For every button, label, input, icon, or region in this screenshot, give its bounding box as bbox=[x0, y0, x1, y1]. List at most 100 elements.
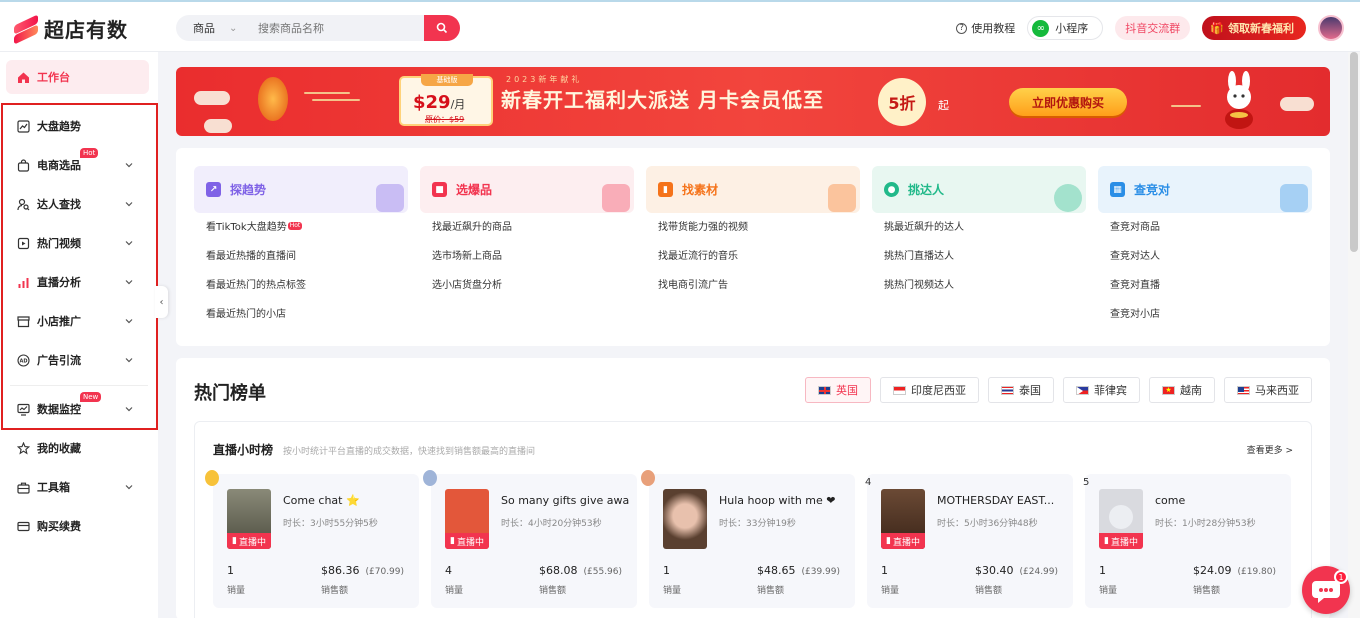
rabbit-mascot-icon bbox=[1216, 71, 1264, 131]
live-item[interactable]: ▮ 直播中 Come chat ⭐ 时长：3小时55分钟5秒 1 销量 $86.3… bbox=[205, 470, 419, 608]
sales-value: 1 bbox=[663, 564, 670, 577]
feature-category-panel: ↗ 探趋势 看TikTok大盘趋势 Hot 看最近热播的直播间 看最近热门的热点标… bbox=[176, 148, 1330, 346]
uk-flag-icon bbox=[818, 385, 831, 395]
category-materials: ▮ 找素材 找带货能力强的视频 找最近流行的音乐 找电商引流广告 bbox=[646, 166, 860, 300]
douyin-group-button[interactable]: 抖音交流群 bbox=[1115, 16, 1191, 40]
thailand-flag-icon bbox=[1001, 385, 1014, 395]
sidebar-item-favorites[interactable]: 我的收藏 bbox=[6, 431, 149, 465]
card-icon bbox=[16, 519, 30, 533]
live-title: come bbox=[1155, 494, 1186, 507]
promo-label: 领取新春福利 bbox=[1228, 22, 1294, 35]
category-header[interactable]: ● 挑达人 bbox=[872, 166, 1086, 213]
category-link[interactable]: 挑最近飙升的达人 bbox=[872, 213, 1086, 242]
top-bar: 超店有数 商品 ⌄ ? 使用教程 ∞ 小程序 抖音交流群 🎁 领取新春福利 bbox=[0, 0, 1360, 52]
category-link[interactable]: 查竞对商品 bbox=[1098, 213, 1312, 242]
scrollbar-thumb[interactable] bbox=[1350, 52, 1358, 252]
grid-icon: ▦ bbox=[1110, 182, 1125, 197]
live-duration: 时长：1小时28分钟53秒 bbox=[1155, 519, 1256, 529]
price-card: 基础版 $29/月 原价：$59 bbox=[399, 74, 493, 126]
cloud-decoration bbox=[1280, 97, 1314, 111]
trend-icon: ↗ bbox=[206, 182, 221, 197]
search-category-select[interactable]: 商品 ⌄ bbox=[176, 20, 246, 36]
live-hourly-card: 直播小时榜 按小时统计平台直播的成交数据，快速找到销售额最高的直播间 查看更多 … bbox=[194, 421, 1312, 618]
sidebar-item-toolbox[interactable]: 工具箱 bbox=[6, 470, 149, 504]
live-item[interactable]: Hula hoop with me ❤ 时长：33分钟19秒 1 销量 $48.… bbox=[641, 470, 855, 608]
promo-banner[interactable]: 基础版 $29/月 原价：$59 2023新年献礼 新春开工福利大派送 月卡会员… bbox=[176, 67, 1330, 136]
category-link[interactable]: 查竞对小店 bbox=[1098, 300, 1312, 329]
sidebar-item-label: 我的收藏 bbox=[37, 442, 81, 455]
buy-now-button[interactable]: 立即优惠购买 bbox=[1009, 88, 1127, 116]
page-scrollbar[interactable] bbox=[1348, 52, 1360, 618]
category-link[interactable]: 看TikTok大盘趋势 Hot bbox=[194, 213, 408, 242]
sidebar-item-label: 工作台 bbox=[37, 71, 70, 84]
app-logo[interactable]: 超店有数 bbox=[14, 13, 128, 45]
category-link[interactable]: 挑热门直播达人 bbox=[872, 242, 1086, 271]
sidebar-item-purchase[interactable]: 购买续费 bbox=[6, 509, 149, 543]
revenue-value: $86.36 (£70.99) bbox=[321, 564, 405, 577]
category-title: 探趋势 bbox=[230, 183, 267, 197]
category-header[interactable]: ↗ 探趋势 bbox=[194, 166, 408, 213]
gold-medal-icon bbox=[205, 470, 219, 486]
cloud-decoration bbox=[194, 91, 230, 105]
material-watermark-icon bbox=[828, 184, 856, 212]
sales-value: 1 bbox=[1099, 564, 1106, 577]
grid-watermark-icon bbox=[1280, 184, 1308, 212]
search-input[interactable] bbox=[246, 16, 424, 40]
category-link[interactable]: 选小店货盘分析 bbox=[420, 271, 634, 300]
sales-label: 销量 bbox=[881, 586, 900, 596]
search-button[interactable] bbox=[424, 15, 460, 41]
country-tab-vietnam[interactable]: ★ 越南 bbox=[1149, 377, 1215, 403]
live-item[interactable]: 5 ▮ 直播中 come 时长：1小时28分钟53秒 1 销量 $24.09 (£1… bbox=[1083, 474, 1291, 608]
category-link[interactable]: 找最近飙升的商品 bbox=[420, 213, 634, 242]
gold-line-decoration bbox=[312, 99, 360, 101]
category-header[interactable]: ▦ 查竞对 bbox=[1098, 166, 1312, 213]
sidebar-item-label: 工具箱 bbox=[37, 481, 70, 494]
category-link[interactable]: 看最近热门的热点标签 bbox=[194, 271, 408, 300]
product-icon: ■ bbox=[432, 182, 447, 197]
sales-label: 销量 bbox=[663, 586, 682, 596]
category-link[interactable]: 查竞对达人 bbox=[1098, 242, 1312, 271]
category-link[interactable]: 看最近热门的小店 bbox=[194, 300, 408, 329]
sidebar-collapse-button[interactable]: ‹ bbox=[155, 286, 168, 318]
live-item[interactable]: 4 ▮ 直播中 MOTHERSDAY EAST... 时长：5小时36分钟48秒 … bbox=[865, 474, 1073, 608]
chat-support-button[interactable]: 1 bbox=[1302, 566, 1350, 614]
user-icon: ● bbox=[884, 182, 899, 197]
country-tab-indonesia[interactable]: 印度尼西亚 bbox=[880, 377, 979, 403]
country-tab-thailand[interactable]: 泰国 bbox=[988, 377, 1054, 403]
discount-badge: 5折 bbox=[878, 78, 926, 126]
rank-number: 5 bbox=[1083, 477, 1090, 488]
user-watermark-icon bbox=[1054, 184, 1082, 212]
category-link[interactable]: 挑热门视频达人 bbox=[872, 271, 1086, 300]
user-avatar[interactable] bbox=[1318, 15, 1344, 41]
search-icon bbox=[436, 22, 448, 34]
category-title: 选爆品 bbox=[456, 183, 493, 197]
sales-label: 销量 bbox=[1099, 586, 1118, 596]
category-link[interactable]: 查竞对直播 bbox=[1098, 271, 1312, 300]
help-link[interactable]: ? 使用教程 bbox=[956, 20, 1015, 36]
live-title: Come chat ⭐ bbox=[283, 494, 360, 507]
category-link[interactable]: 选市场新上商品 bbox=[420, 242, 634, 271]
mini-program-label: 小程序 bbox=[1055, 22, 1089, 35]
new-year-promo-button[interactable]: 🎁 领取新春福利 bbox=[1202, 16, 1306, 40]
category-link[interactable]: 找带货能力强的视频 bbox=[646, 213, 860, 242]
country-tab-uk[interactable]: 英国 bbox=[805, 377, 871, 403]
category-link[interactable]: 看最近热播的直播间 bbox=[194, 242, 408, 271]
price-value: $29/月 bbox=[413, 92, 466, 113]
sidebar-item-workbench[interactable]: 工作台 bbox=[6, 60, 149, 94]
category-link[interactable]: 找最近流行的音乐 bbox=[646, 242, 860, 271]
live-signal-icon: ▮ bbox=[232, 536, 237, 546]
bookmark-icon: ▮ bbox=[658, 182, 673, 197]
country-tab-malaysia[interactable]: 马来西亚 bbox=[1224, 377, 1312, 403]
chevron-down-icon: ⌄ bbox=[229, 22, 238, 34]
category-link[interactable]: 找电商引流广告 bbox=[646, 271, 860, 300]
mini-program-button[interactable]: ∞ 小程序 bbox=[1027, 16, 1104, 40]
sales-label: 销量 bbox=[445, 586, 464, 596]
category-header[interactable]: ■ 选爆品 bbox=[420, 166, 634, 213]
category-header[interactable]: ▮ 找素材 bbox=[646, 166, 860, 213]
sales-value: 1 bbox=[881, 564, 888, 577]
country-tab-philippines[interactable]: 菲律宾 bbox=[1063, 377, 1140, 403]
card-title: 直播小时榜 bbox=[213, 443, 274, 457]
search-category-label: 商品 bbox=[193, 22, 215, 35]
live-item[interactable]: ▮直播中 So many gifts give away!! 时长：4小时20分… bbox=[423, 470, 637, 608]
view-more-link[interactable]: 查看更多 > bbox=[1247, 443, 1293, 456]
